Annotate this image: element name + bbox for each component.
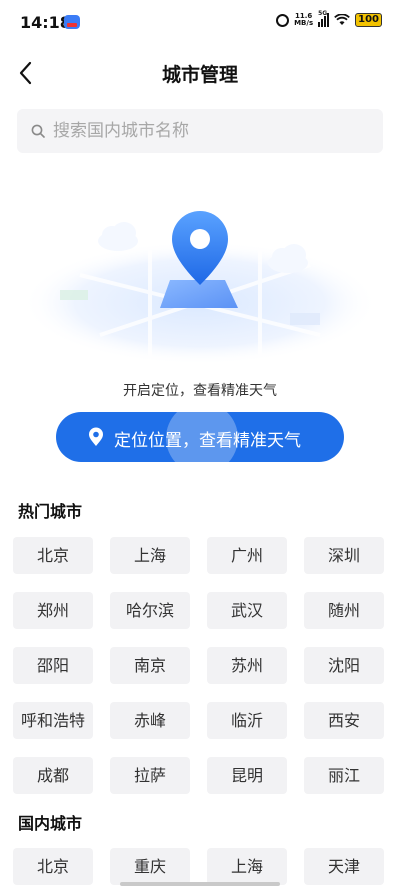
- network-type: 5G: [318, 10, 328, 17]
- city-chip[interactable]: 南京: [110, 647, 190, 684]
- wifi-icon: [334, 14, 350, 25]
- locate-button-label: 定位位置，查看精准天气: [114, 431, 301, 451]
- search-icon: [31, 124, 45, 138]
- city-chip[interactable]: 重庆: [110, 848, 190, 885]
- city-chip[interactable]: 赤峰: [110, 702, 190, 739]
- city-chip[interactable]: 北京: [13, 848, 93, 885]
- city-chip[interactable]: 随州: [304, 592, 384, 629]
- location-pin-icon: [89, 427, 103, 446]
- city-chip[interactable]: 成都: [13, 757, 93, 794]
- cellular-signal-icon: 5G: [318, 10, 330, 27]
- city-chip[interactable]: 上海: [207, 848, 287, 885]
- status-bar: 14:18 11.6 MB/s 5G 100: [0, 0, 400, 48]
- locate-hint-text: 开启定位，查看精准天气: [123, 383, 277, 399]
- city-chip[interactable]: 天津: [304, 848, 384, 885]
- domestic-cities-grid: 北京 重庆 上海 天津: [13, 848, 384, 885]
- city-chip[interactable]: 拉萨: [110, 757, 190, 794]
- city-chip[interactable]: 沈阳: [304, 647, 384, 684]
- location-map-illustration: [22, 211, 378, 365]
- city-chip[interactable]: 广州: [207, 537, 287, 574]
- status-indicators: 11.6 MB/s 5G 100: [276, 10, 382, 27]
- city-chip[interactable]: 呼和浩特: [13, 702, 93, 739]
- city-chip[interactable]: 郑州: [13, 592, 93, 629]
- city-chip[interactable]: 武汉: [207, 592, 287, 629]
- alarm-icon: [276, 13, 290, 27]
- app-notification-icon: [64, 15, 80, 29]
- city-chip[interactable]: 昆明: [207, 757, 287, 794]
- hot-cities-grid: 北京 上海 广州 深圳 郑州 哈尔滨 武汉 随州 邵阳 南京 苏州 沈阳 呼和浩…: [13, 537, 384, 794]
- search-bar[interactable]: [17, 109, 383, 153]
- city-chip[interactable]: 深圳: [304, 537, 384, 574]
- hot-cities-title: 热门城市: [18, 502, 83, 521]
- home-indicator[interactable]: [120, 882, 280, 886]
- network-speed-unit: MB/s: [294, 19, 314, 27]
- page-title: 城市管理: [161, 64, 238, 86]
- city-chip[interactable]: 临沂: [207, 702, 287, 739]
- city-chip[interactable]: 哈尔滨: [110, 592, 190, 629]
- city-chip[interactable]: 邵阳: [13, 647, 93, 684]
- search-input[interactable]: [53, 109, 373, 153]
- locate-button[interactable]: 定位位置，查看精准天气: [56, 412, 344, 462]
- cloud-left-icon: [98, 222, 138, 251]
- city-chip[interactable]: 丽江: [304, 757, 384, 794]
- city-chip[interactable]: 西安: [304, 702, 384, 739]
- domestic-cities-title: 国内城市: [18, 814, 83, 833]
- battery-indicator: 100: [355, 13, 382, 27]
- city-chip[interactable]: 苏州: [207, 647, 287, 684]
- city-chip[interactable]: 北京: [13, 537, 93, 574]
- network-speed: 11.6 MB/s: [294, 13, 313, 27]
- city-chip[interactable]: 上海: [110, 537, 190, 574]
